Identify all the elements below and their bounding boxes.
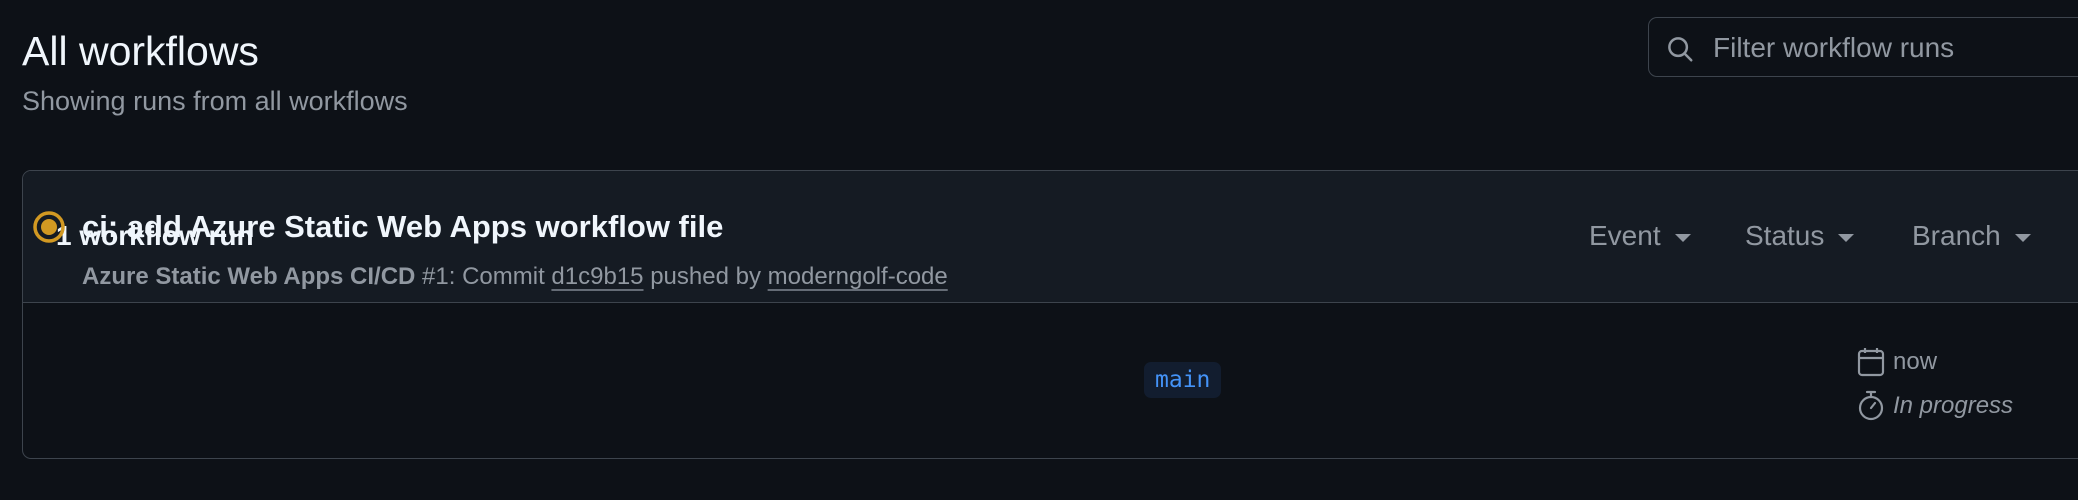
run-number: #1: Commit <box>422 263 545 290</box>
status-filter-label: Status <box>1745 220 1825 251</box>
run-title-link[interactable]: ci: add Azure Static Web Apps workflow f… <box>82 208 723 246</box>
event-filter-button[interactable]: Event <box>1589 219 1691 253</box>
branch-filter-label: Branch <box>1912 220 2001 251</box>
author-link[interactable]: moderngolf-code <box>768 263 948 290</box>
calendar-icon <box>1857 348 1885 377</box>
page-subtitle: Showing runs from all workflows <box>22 86 408 116</box>
branch-badge[interactable]: main <box>1144 362 1222 398</box>
chevron-down-icon <box>1674 233 1691 242</box>
run-time: now <box>1893 348 1938 375</box>
filter-input[interactable] <box>1711 18 2078 77</box>
event-filter-label: Event <box>1589 220 1661 251</box>
status-filter-button[interactable]: Status <box>1745 219 1855 253</box>
pushed-by-label: pushed by <box>650 263 761 290</box>
page-title: All workflows <box>22 28 259 74</box>
search-icon <box>1668 37 1693 62</box>
chevron-down-icon <box>2014 233 2031 242</box>
run-meta: Azure Static Web Apps CI/CD #1: Commit d… <box>82 262 948 292</box>
in-progress-status-icon <box>33 211 65 243</box>
stopwatch-icon <box>1858 390 1884 421</box>
filter-workflow-runs[interactable] <box>1648 17 2078 77</box>
branch-filter-button[interactable]: Branch <box>1912 219 2031 253</box>
run-duration: In progress <box>1893 392 2014 419</box>
commit-link[interactable]: d1c9b15 <box>551 263 643 290</box>
workflows-page: All workflows Showing runs from all work… <box>0 0 2078 500</box>
workflow-name: Azure Static Web Apps CI/CD <box>82 263 416 290</box>
chevron-down-icon <box>1838 233 1855 242</box>
